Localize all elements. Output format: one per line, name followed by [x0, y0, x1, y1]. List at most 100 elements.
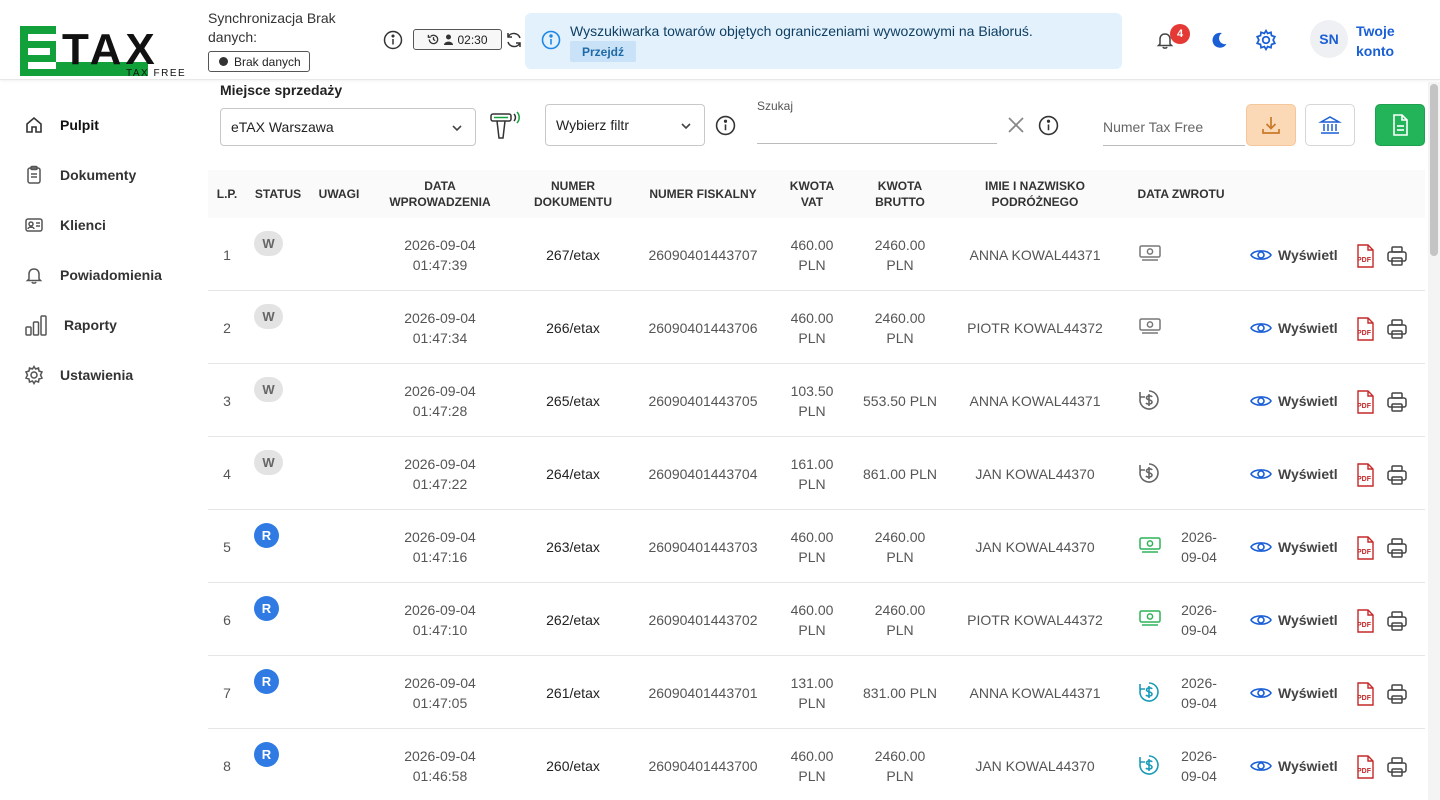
entry-time: 01:47:10 [412, 621, 468, 638]
etax-logo[interactable]: TAX TAX FREE [18, 22, 193, 78]
sidebar-item-dokumenty[interactable]: Dokumenty [0, 150, 200, 200]
account-link[interactable]: Twoje konto [1356, 21, 1416, 61]
sidebar-item-pulpit[interactable]: Pulpit [0, 100, 200, 150]
banner-go-button[interactable]: Przejdź [570, 41, 637, 62]
entry-time: 01:47:05 [412, 694, 468, 711]
table-row[interactable]: 4 W 2026-09-04 01:47:22 264/etax 2609040… [208, 437, 1425, 510]
table-row[interactable]: 2 W 2026-09-04 01:47:34 266/etax 2609040… [208, 291, 1425, 364]
sidebar-item-powiadomienia[interactable]: Powiadomienia [0, 250, 200, 300]
table-row[interactable]: 8 R 2026-09-04 01:46:58 260/etax 2609040… [208, 729, 1425, 800]
pdf-icon[interactable]: PDF [1354, 244, 1376, 271]
view-button[interactable]: Wyświetl [1250, 510, 1338, 583]
status-badge[interactable]: W [254, 231, 283, 256]
search-info-icon[interactable] [1038, 115, 1059, 139]
dollar-circle-icon[interactable] [1138, 754, 1160, 779]
pdf-icon[interactable]: PDF [1354, 682, 1376, 709]
refresh-icon[interactable] [504, 30, 524, 53]
dollar-circle-icon[interactable] [1138, 389, 1160, 414]
search-input[interactable] [757, 116, 997, 140]
view-button[interactable]: Wyświetl [1250, 729, 1338, 800]
pdf-icon[interactable]: PDF [1354, 390, 1376, 417]
table-row[interactable]: 6 R 2026-09-04 01:47:10 262/etax 2609040… [208, 583, 1425, 656]
status-badge[interactable]: W [254, 377, 283, 402]
download-button[interactable] [1246, 104, 1296, 146]
clear-search-icon[interactable] [1007, 116, 1025, 137]
print-icon[interactable] [1386, 537, 1408, 562]
status-badge[interactable]: R [254, 596, 279, 621]
print-icon[interactable] [1386, 756, 1408, 781]
view-button[interactable]: Wyświetl [1250, 656, 1338, 729]
row-vat-amount: 103.50 PLN [782, 364, 842, 437]
view-button[interactable]: Wyświetl [1250, 218, 1338, 291]
scrollbar-thumb[interactable] [1430, 84, 1438, 256]
print-icon[interactable] [1386, 683, 1408, 708]
col-numer-fiskalny[interactable]: NUMER FISKALNY [638, 170, 768, 218]
row-lp: 7 [223, 684, 231, 701]
filter-select[interactable]: Wybierz filtr [545, 104, 705, 146]
vat-currency: PLN [798, 256, 826, 273]
col-lp[interactable]: L.P. [208, 170, 246, 218]
col-status[interactable]: STATUS [246, 170, 310, 218]
cash-icon[interactable] [1138, 316, 1162, 339]
table-row[interactable]: 3 W 2026-09-04 01:47:28 265/etax 2609040… [208, 364, 1425, 437]
row-entry-date: 2026-09-04 01:47:05 [380, 656, 500, 729]
filter-info-icon[interactable] [715, 115, 736, 139]
refund-date-part: 09-04 [1181, 621, 1217, 638]
col-data-wprowadzenia[interactable]: DATA WPROWADZENIA [380, 170, 500, 218]
gross-currency: PLN [886, 256, 914, 273]
col-data-zwrotu[interactable]: DATA ZWROTU [1124, 170, 1238, 218]
new-document-button[interactable] [1375, 104, 1425, 146]
pdf-icon[interactable]: PDF [1354, 609, 1376, 636]
status-badge[interactable]: R [254, 523, 279, 548]
settings-gear-icon[interactable] [1255, 28, 1277, 54]
pdf-icon[interactable]: PDF [1354, 317, 1376, 344]
col-kwota-vat[interactable]: KWOTA VAT [782, 170, 842, 218]
col-uwagi[interactable]: UWAGI [310, 170, 368, 218]
status-badge[interactable]: R [254, 742, 279, 767]
status-badge[interactable]: R [254, 669, 279, 694]
bank-button[interactable] [1305, 104, 1355, 146]
cash-icon[interactable] [1138, 243, 1162, 266]
session-timer[interactable]: 02:30 [413, 29, 502, 50]
sync-badge[interactable]: Brak danych [208, 51, 310, 72]
print-icon[interactable] [1386, 464, 1408, 489]
sidebar-item-ustawienia[interactable]: Ustawienia [0, 350, 200, 400]
cash-icon[interactable] [1138, 535, 1162, 558]
table-row[interactable]: 7 R 2026-09-04 01:47:05 261/etax 2609040… [208, 656, 1425, 729]
eye-icon [1250, 395, 1272, 406]
pdf-icon[interactable]: PDF [1354, 536, 1376, 563]
sync-status-text: Synchronizacja Brak danych: [208, 10, 336, 45]
col-kwota-brutto[interactable]: KWOTA BRUTTO [860, 170, 940, 218]
pdf-icon[interactable]: PDF [1354, 755, 1376, 782]
sidebar-item-raporty[interactable]: Raporty [0, 300, 200, 350]
tax-free-number-input[interactable] [1103, 108, 1245, 146]
print-icon[interactable] [1386, 245, 1408, 270]
bar-chart-icon [24, 315, 48, 336]
avatar[interactable]: SN [1310, 20, 1348, 58]
info-icon[interactable] [383, 30, 403, 53]
print-icon[interactable] [1386, 610, 1408, 635]
print-icon[interactable] [1386, 391, 1408, 416]
col-numer-dokumentu[interactable]: NUMER DOKUMENTU [524, 170, 622, 218]
pdf-icon[interactable]: PDF [1354, 463, 1376, 490]
view-button[interactable]: Wyświetl [1250, 583, 1338, 656]
cash-icon[interactable] [1138, 608, 1162, 631]
view-button[interactable]: Wyświetl [1250, 437, 1338, 510]
col-podrozny[interactable]: IMIE I NAZWISKO PODRÓŻNEGO [962, 170, 1108, 218]
view-button[interactable]: Wyświetl [1250, 364, 1338, 437]
table-row[interactable]: 1 W 2026-09-04 01:47:39 267/etax 2609040… [208, 218, 1425, 291]
row-document-number: 260/etax [546, 757, 600, 774]
status-badge[interactable]: W [254, 304, 283, 329]
row-traveller-name: PIOTR KOWAL44372 [967, 611, 1103, 628]
dollar-circle-icon[interactable] [1138, 462, 1160, 487]
print-icon[interactable] [1386, 318, 1408, 343]
dark-mode-moon-icon[interactable] [1209, 30, 1229, 53]
svg-text:PDF: PDF [1357, 330, 1372, 337]
status-badge[interactable]: W [254, 450, 283, 475]
place-of-sale-select[interactable]: eTAX Warszawa [220, 108, 476, 146]
barcode-scanner-icon[interactable] [489, 110, 525, 145]
dollar-circle-icon[interactable] [1138, 681, 1160, 706]
table-row[interactable]: 5 R 2026-09-04 01:47:16 263/etax 2609040… [208, 510, 1425, 583]
sidebar-item-klienci[interactable]: Klienci [0, 200, 200, 250]
view-button[interactable]: Wyświetl [1250, 291, 1338, 364]
